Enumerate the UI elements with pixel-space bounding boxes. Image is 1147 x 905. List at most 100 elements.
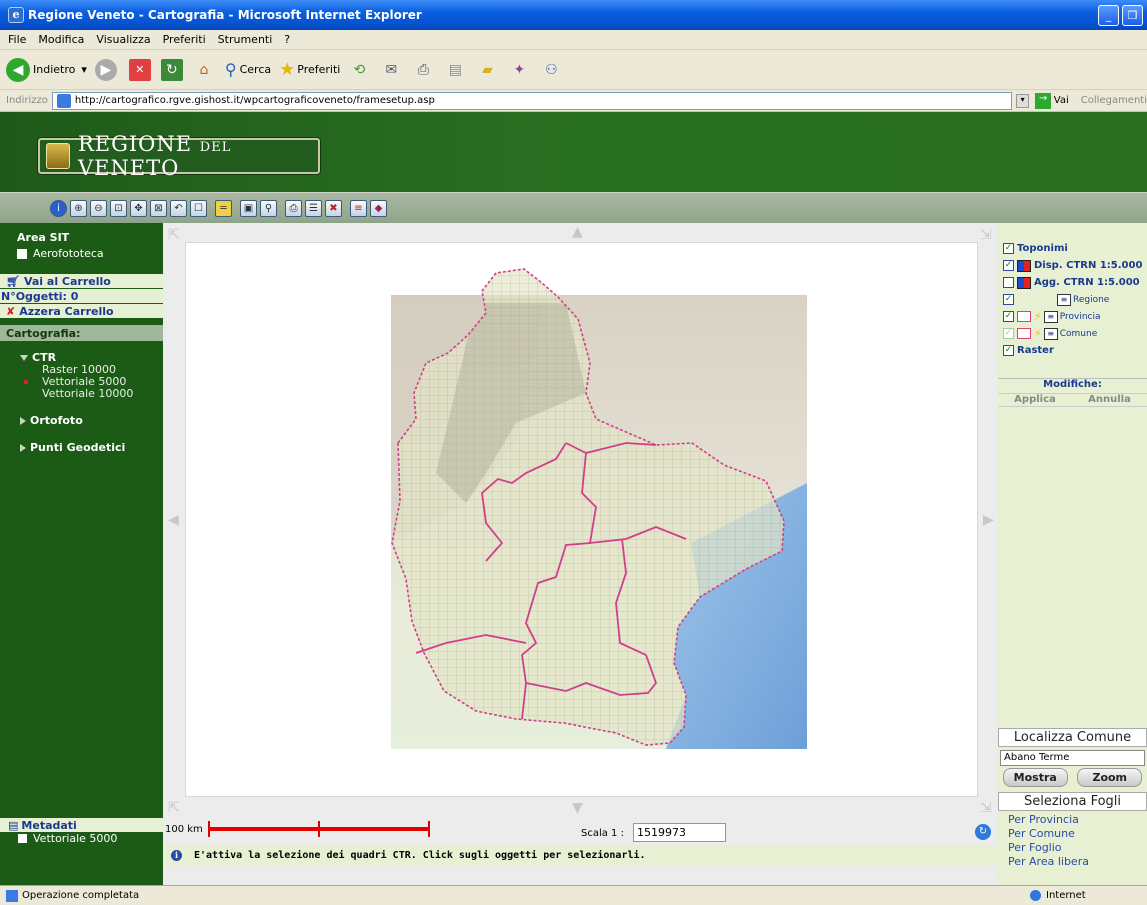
applica-button[interactable]: Applica bbox=[1014, 394, 1056, 406]
info-bar: i E'attiva la selezione dei quadri CTR. … bbox=[163, 845, 998, 865]
legend-icon[interactable]: ☰ bbox=[305, 199, 322, 217]
pan-icon[interactable]: ✥ bbox=[130, 199, 147, 217]
home-icon[interactable]: ⌂ bbox=[193, 59, 215, 81]
mostra-button[interactable]: Mostra bbox=[1002, 768, 1068, 787]
comune-select[interactable]: Abano Terme bbox=[1000, 750, 1145, 766]
disp-ctrn-checkbox[interactable]: ✓ bbox=[1003, 260, 1014, 271]
tree-vettoriale-10000[interactable]: Vettoriale 10000 bbox=[20, 388, 163, 400]
menu-visualizza[interactable]: Visualizza bbox=[96, 33, 150, 46]
clear-selection-icon[interactable]: ✖ bbox=[325, 199, 342, 217]
provincia-select-box[interactable] bbox=[1017, 311, 1031, 322]
provincia-checkbox[interactable]: ✓ bbox=[1003, 311, 1014, 322]
print-map-icon[interactable]: ⎙ bbox=[285, 199, 302, 217]
aerofototeca-link[interactable]: Aerofototeca bbox=[0, 247, 163, 260]
pan-east-icon[interactable]: ▶ bbox=[983, 512, 994, 528]
menu-modifica[interactable]: Modifica bbox=[38, 33, 84, 46]
menu-file[interactable]: File bbox=[8, 33, 26, 46]
full-extent-icon[interactable]: ⊠ bbox=[150, 199, 167, 217]
pan-northeast-icon[interactable]: ⇲ bbox=[980, 227, 992, 243]
layer-provincia[interactable]: ✓ ⚡︎ ≡ Provincia bbox=[998, 308, 1147, 325]
address-input[interactable]: http://cartografico.rgve.gishost.it/wpca… bbox=[51, 91, 1012, 110]
metadati-icon: ▤ bbox=[8, 818, 19, 832]
minimize-button[interactable]: _ bbox=[1098, 5, 1119, 26]
metadati-button[interactable]: ▤ Metadati bbox=[0, 818, 163, 832]
measure-icon[interactable]: ═ bbox=[215, 199, 232, 217]
tree-ortofoto[interactable]: Ortofoto bbox=[20, 414, 163, 427]
tree-punti-geodetici[interactable]: Punti Geodetici bbox=[20, 441, 163, 454]
find-icon[interactable]: ⚲ bbox=[260, 199, 277, 217]
per-area-libera-link[interactable]: Per Area libera bbox=[1008, 855, 1147, 869]
layer-disp-ctrn[interactable]: ✓ Disp. CTRN 1:5.000 bbox=[998, 257, 1147, 274]
zoom-out-icon[interactable]: ⊖ bbox=[90, 199, 107, 217]
vai-carrello-button[interactable]: 🛒︎ Vai al Carrello bbox=[0, 274, 163, 289]
scala-input[interactable]: 1519973 bbox=[633, 823, 726, 842]
ie-icon: e bbox=[8, 7, 24, 23]
zoom-box-icon[interactable]: ⊡ bbox=[110, 199, 127, 217]
layer-agg-ctrn[interactable]: Agg. CTRN 1:5.000 bbox=[998, 274, 1147, 291]
veneto-map[interactable] bbox=[186, 243, 979, 798]
raster-checkbox[interactable]: ✓ bbox=[1003, 345, 1014, 356]
links-label[interactable]: Collegamenti bbox=[1081, 95, 1147, 106]
go-button[interactable]: Vai bbox=[1054, 95, 1069, 106]
map-frame[interactable] bbox=[185, 242, 978, 797]
pan-south-icon[interactable]: ▼ bbox=[572, 800, 583, 816]
scale-area: 100 km Scala 1 : 1519973 ↻ bbox=[163, 815, 998, 845]
select-icon[interactable]: ☐ bbox=[190, 199, 207, 217]
metadati-item[interactable]: Vettoriale 5000 bbox=[0, 832, 163, 845]
zoom-button[interactable]: Zoom bbox=[1077, 768, 1143, 787]
print-icon[interactable]: ⎙ bbox=[412, 59, 434, 81]
mail-icon[interactable]: ✉ bbox=[380, 59, 402, 81]
map-toolbar: i ⊕ ⊖ ⊡ ✥ ⊠ ↶ ☐ ═ ▣ ⚲ ⎙ ☰ ✖ ≡ ◆ bbox=[0, 192, 1147, 223]
window-title-bar: e Regione Veneto - Cartografia - Microso… bbox=[0, 0, 1147, 30]
messenger-icon[interactable]: ✦ bbox=[508, 59, 530, 81]
previous-extent-icon[interactable]: ↶ bbox=[170, 199, 187, 217]
menu-strumenti[interactable]: Strumenti bbox=[218, 33, 273, 46]
info-tool-icon[interactable]: i bbox=[50, 199, 67, 217]
go-icon[interactable]: → bbox=[1035, 92, 1051, 109]
comune-select-box[interactable] bbox=[1017, 328, 1031, 339]
lightning-icon: ⚡︎ bbox=[1034, 327, 1042, 340]
back-button[interactable]: ◀ Indietro ▾ bbox=[6, 57, 87, 82]
folder-icon[interactable]: ▰ bbox=[476, 59, 498, 81]
toponimi-checkbox[interactable]: ✓ bbox=[1003, 243, 1014, 254]
menu-help[interactable]: ? bbox=[284, 33, 290, 46]
pan-north-icon[interactable]: ▲ bbox=[572, 224, 583, 240]
history-icon[interactable]: ⟲ bbox=[348, 59, 370, 81]
localizza-panel: Localizza Comune Abano Terme Mostra Zoom… bbox=[998, 728, 1147, 885]
layer-raster[interactable]: ✓ Raster bbox=[998, 342, 1147, 359]
pan-southwest-icon[interactable]: ⇱ bbox=[168, 800, 180, 816]
layer-toponimi[interactable]: ✓ Toponimi bbox=[998, 240, 1147, 257]
azzera-carrello-button[interactable]: ✘ Azzera Carrello bbox=[0, 304, 163, 319]
tree-vettoriale-5000[interactable]: Vettoriale 5000 bbox=[20, 376, 163, 388]
per-provincia-link[interactable]: Per Provincia bbox=[1008, 813, 1147, 827]
annulla-button[interactable]: Annulla bbox=[1088, 394, 1131, 406]
layer-icon[interactable]: ▣ bbox=[240, 199, 257, 217]
restore-button[interactable]: ❐ bbox=[1122, 5, 1143, 26]
favorites-button[interactable]: ★ Preferiti bbox=[279, 59, 340, 80]
layer-regione[interactable]: ✓ ≡ Regione bbox=[998, 291, 1147, 308]
pan-west-icon[interactable]: ◀ bbox=[168, 512, 179, 528]
refresh-icon[interactable]: ↻ bbox=[160, 58, 183, 81]
forward-button[interactable]: ▶ bbox=[94, 58, 117, 81]
export-icon[interactable]: ≡ bbox=[350, 199, 367, 217]
people-icon[interactable]: ⚇ bbox=[540, 59, 562, 81]
stop-icon[interactable]: ✕ bbox=[128, 58, 151, 81]
agg-ctrn-checkbox[interactable] bbox=[1003, 277, 1014, 288]
regione-checkbox[interactable]: ✓ bbox=[1003, 294, 1014, 305]
menu-preferiti[interactable]: Preferiti bbox=[163, 33, 206, 46]
per-comune-link[interactable]: Per Comune bbox=[1008, 827, 1147, 841]
back-arrow-icon: ◀ bbox=[6, 57, 30, 82]
search-button[interactable]: ⚲ Cerca bbox=[225, 60, 271, 79]
address-dropdown-icon[interactable]: ▾ bbox=[1015, 93, 1030, 108]
edit-icon[interactable]: ▤ bbox=[444, 59, 466, 81]
zoom-in-icon[interactable]: ⊕ bbox=[70, 199, 87, 217]
refresh-scale-icon[interactable]: ↻ bbox=[975, 824, 991, 840]
help-book-icon[interactable]: ◆ bbox=[370, 199, 387, 217]
per-foglio-link[interactable]: Per Foglio bbox=[1008, 841, 1147, 855]
pan-northwest-icon[interactable]: ⇱ bbox=[168, 227, 180, 243]
pan-southeast-icon[interactable]: ⇲ bbox=[980, 800, 992, 816]
metadati-section: ▤ Metadati Vettoriale 5000 bbox=[0, 818, 163, 846]
comune-checkbox[interactable]: ✓ bbox=[1003, 328, 1014, 339]
layer-comune[interactable]: ✓ ⚡︎ ≡ Comune bbox=[998, 325, 1147, 342]
metadati-item-icon bbox=[18, 834, 27, 843]
